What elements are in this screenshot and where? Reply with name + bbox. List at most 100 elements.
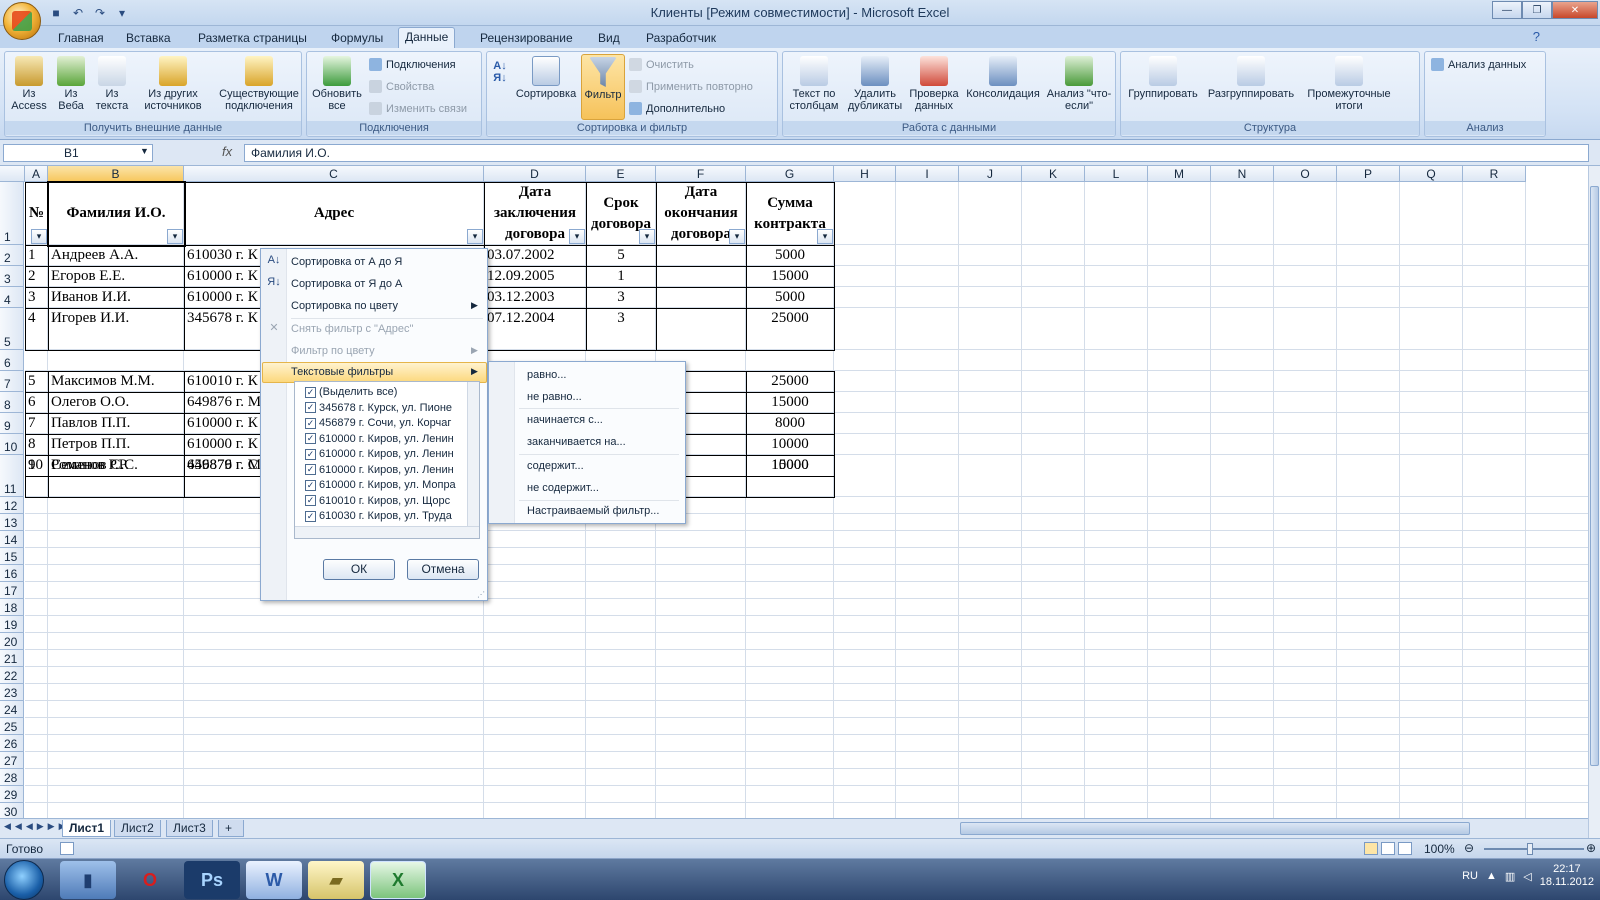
table-cell[interactable]: 25000 xyxy=(746,309,834,349)
consolidate-button[interactable]: Консолидация xyxy=(963,56,1043,100)
word-icon[interactable]: W xyxy=(246,861,302,899)
table-cell[interactable]: 5 xyxy=(586,246,656,265)
row-header-4[interactable]: 4 xyxy=(0,287,24,308)
sheet-tab-3[interactable]: Лист3 xyxy=(166,820,213,837)
table-cell[interactable]: Егоров Е.Е. xyxy=(48,267,184,286)
table-cell[interactable]: 6 xyxy=(25,393,48,412)
horizontal-scroll-thumb[interactable] xyxy=(960,822,1470,835)
sort-button[interactable]: Сортировка xyxy=(515,56,577,100)
column-header-r[interactable]: R xyxy=(1463,166,1526,182)
column-header-l[interactable]: L xyxy=(1085,166,1148,182)
help-icon[interactable]: ? xyxy=(1533,29,1540,44)
table-cell[interactable]: Максимов М.М. xyxy=(48,372,184,391)
row-header-6[interactable]: 6 xyxy=(0,350,24,371)
taskbar-app-icon[interactable]: ▮ xyxy=(60,861,116,899)
zoom-slider[interactable] xyxy=(1484,848,1584,850)
language-indicator[interactable]: RU xyxy=(1462,870,1478,882)
column-header-p[interactable]: P xyxy=(1337,166,1400,182)
ok-button[interactable]: ОК xyxy=(323,559,395,580)
row-header-13[interactable]: 13 xyxy=(0,514,24,531)
edit-links-button[interactable]: Изменить связи xyxy=(369,102,467,115)
table-cell[interactable]: Павлов П.П. xyxy=(48,414,184,433)
photoshop-icon[interactable]: Ps xyxy=(184,861,240,899)
row-header-17[interactable]: 17 xyxy=(0,582,24,599)
menu-clear-filter[interactable]: Снять фильтр с "Адрес" xyxy=(291,323,413,335)
row-header-12[interactable]: 12 xyxy=(0,497,24,514)
filter-value-item[interactable]: ✓ 345678 г. Курск, ул. Пионе xyxy=(305,402,452,414)
row-header-2[interactable]: 2 xyxy=(0,245,24,266)
normal-view-icon[interactable] xyxy=(1364,842,1378,855)
sheet-nav-icons[interactable]: ◀◀◀▶▶▶ xyxy=(4,821,70,832)
table-cell[interactable]: 7 xyxy=(25,414,48,433)
table-cell[interactable]: Иванов И.И. xyxy=(48,288,184,307)
checkbox-checked-icon[interactable]: ✓ xyxy=(305,402,316,413)
opera-icon[interactable]: O xyxy=(122,861,178,899)
filter-begins-with[interactable]: начинается с... xyxy=(527,414,603,426)
sheet-tab-2[interactable]: Лист2 xyxy=(114,820,161,837)
row-header-20[interactable]: 20 xyxy=(0,633,24,650)
row-header-26[interactable]: 26 xyxy=(0,735,24,752)
column-header-n[interactable]: N xyxy=(1211,166,1274,182)
group-button[interactable]: Группировать xyxy=(1125,56,1201,100)
row-header-19[interactable]: 19 xyxy=(0,616,24,633)
tab-insert[interactable]: Вставка xyxy=(120,29,177,47)
column-header-g[interactable]: G xyxy=(746,166,834,182)
filter-dropdown-icon[interactable]: ▾ xyxy=(467,229,483,244)
save-icon[interactable]: ■ xyxy=(48,5,64,21)
table-cell[interactable] xyxy=(656,246,746,265)
checkbox-checked-icon[interactable]: ✓ xyxy=(305,448,316,460)
table-cell[interactable]: 5000 xyxy=(746,288,834,307)
filter-contains[interactable]: содержит... xyxy=(527,460,584,472)
from-other-sources-button[interactable]: Из других источников xyxy=(133,56,213,112)
filter-value-item[interactable]: ✓ 610000 г. Киров, ул. Мопра xyxy=(305,479,456,491)
column-header-m[interactable]: M xyxy=(1148,166,1211,182)
formula-input[interactable]: Фамилия И.О. xyxy=(244,144,1589,162)
table-cell[interactable] xyxy=(656,267,746,286)
column-header-e[interactable]: E xyxy=(586,166,656,182)
filter-value-item[interactable]: ✓ 610010 г. Киров, ул. Щорс xyxy=(305,495,450,507)
row-header-10[interactable]: 10 xyxy=(0,434,24,455)
menu-sort-by-color[interactable]: Сортировка по цвету ▶ xyxy=(291,300,478,312)
filter-button[interactable]: Фильтр xyxy=(581,54,625,120)
page-break-view-icon[interactable] xyxy=(1398,842,1412,855)
row-header-24[interactable]: 24 xyxy=(0,701,24,718)
office-button[interactable] xyxy=(3,2,41,40)
tab-home[interactable]: Главная xyxy=(52,29,110,47)
refresh-all-button[interactable]: Обновить все xyxy=(309,56,365,112)
column-header-f[interactable]: F xyxy=(656,166,746,182)
row-header-11[interactable]: 11 xyxy=(0,455,24,497)
tab-formulas[interactable]: Формулы xyxy=(325,29,389,47)
checkbox-checked-icon[interactable]: ✓ xyxy=(305,495,316,506)
sort-az-icon[interactable]: A↓ Я↓ xyxy=(491,60,509,84)
row-header-22[interactable]: 22 xyxy=(0,667,24,684)
zoom-in-icon[interactable]: ⊕ xyxy=(1586,841,1596,855)
zoom-slider-thumb[interactable] xyxy=(1527,843,1533,855)
row-header-30[interactable]: 30 xyxy=(0,803,24,818)
zoom-out-icon[interactable]: ⊖ xyxy=(1464,841,1474,855)
filter-value-item[interactable]: ✓ 610000 г. Киров, ул. Ленин xyxy=(305,448,454,460)
namebox-dropdown-icon[interactable]: ▼ xyxy=(140,146,149,156)
table-cell[interactable]: Петров П.П. xyxy=(48,435,184,454)
insert-sheet-icon[interactable]: + xyxy=(218,820,244,837)
table-cell[interactable]: 10000 xyxy=(746,435,834,454)
filter-dropdown-icon[interactable]: ▾ xyxy=(817,229,833,244)
menu-sort-az[interactable]: Сортировка от А до Я xyxy=(291,256,402,268)
filter-not-contains[interactable]: не содержит... xyxy=(527,482,599,494)
checkbox-checked-icon[interactable]: ✓ xyxy=(305,433,316,444)
row-header-23[interactable]: 23 xyxy=(0,684,24,701)
table-cell[interactable]: 10 xyxy=(25,456,48,496)
macro-record-icon[interactable] xyxy=(60,842,74,855)
checkbox-checked-icon[interactable]: ✓ xyxy=(305,510,316,522)
table-cell[interactable] xyxy=(656,309,746,349)
table-cell[interactable]: 3 xyxy=(25,288,48,307)
row-header-7[interactable]: 7 xyxy=(0,371,24,392)
row-header-1[interactable]: 1 xyxy=(0,182,24,245)
filter-value-item[interactable]: ✓ 610000 г. Киров, ул. Ленин xyxy=(305,433,454,445)
table-cell[interactable]: 15000 xyxy=(746,393,834,412)
list-horizontal-scrollbar[interactable] xyxy=(295,526,479,538)
filter-custom[interactable]: Настраиваемый фильтр... xyxy=(527,505,659,517)
maximize-button[interactable]: ❐ xyxy=(1522,1,1552,19)
checkbox-checked-icon[interactable]: ✓ xyxy=(305,417,316,429)
close-button[interactable]: ✕ xyxy=(1552,1,1598,19)
vertical-scrollbar[interactable] xyxy=(1588,166,1600,838)
